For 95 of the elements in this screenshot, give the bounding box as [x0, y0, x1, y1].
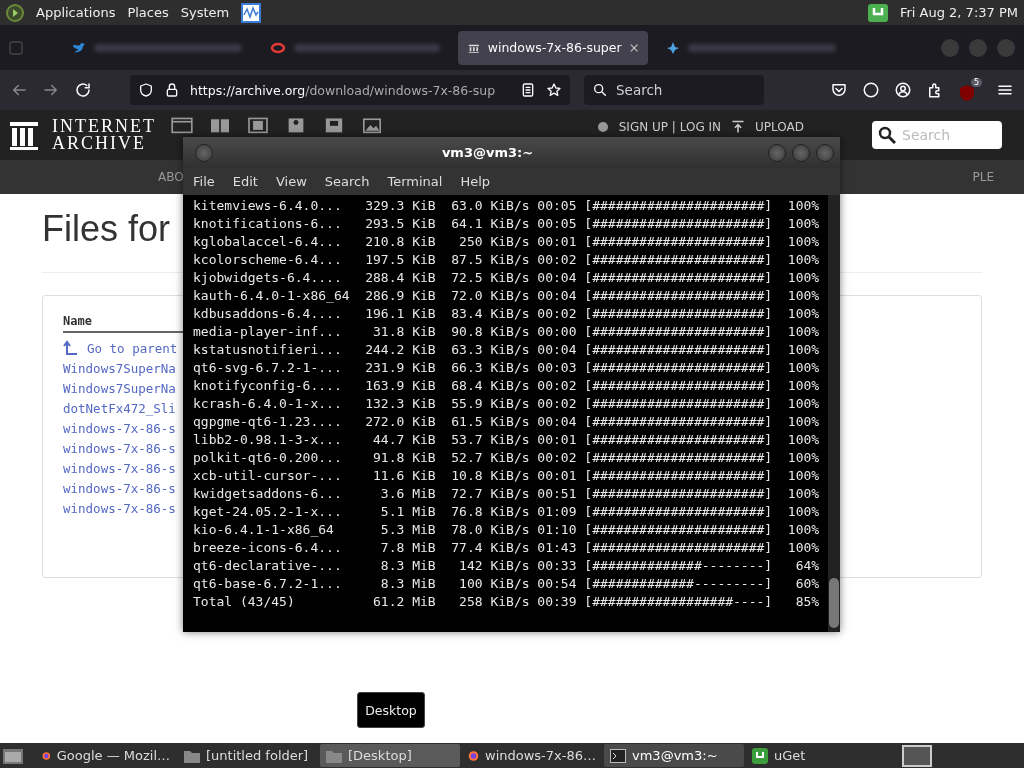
taskbar-item[interactable]: [Desktop] — [320, 744, 460, 767]
taskbar-item[interactable]: vm3@vm3:~ — [604, 744, 744, 767]
download-app-icon — [752, 747, 768, 764]
system-monitor-icon[interactable] — [241, 2, 262, 23]
distro-logo-icon[interactable] — [6, 3, 24, 22]
nav-link[interactable]: ABO — [158, 170, 184, 184]
reload-icon[interactable] — [74, 81, 92, 99]
menu-item[interactable]: Help — [460, 174, 491, 189]
bird-icon — [72, 40, 86, 55]
file-link[interactable]: windows-7x-86-s — [63, 500, 176, 516]
pocket-icon[interactable] — [830, 81, 848, 99]
shield-extension-button[interactable]: 5 — [958, 78, 982, 102]
terminal-line: qgpgme-qt6-1.23.... 272.0 KiB 61.5 KiB/s 00:04 [######################] 100% — [193, 413, 821, 431]
terminal-line: breeze-icons-6.4... 7.8 MiB 77.4 KiB/s 01:43 [######################] 100% — [193, 539, 821, 557]
page-heading: Files for — [42, 208, 171, 250]
terminal-line: qt6-svg-6.7.2-1-... 231.9 KiB 66.3 KiB/s 00:03 [######################] 100% — [193, 359, 821, 377]
terminal-line: kget-24.05.2-1-x... 5.1 MiB 76.8 KiB/s 01:09 [######################] 100% — [193, 503, 821, 521]
search-field[interactable]: Search — [584, 75, 764, 105]
terminal-line: kio-6.4.1-1-x86_64 5.3 MiB 78.0 KiB/s 01:10 [######################] 100% — [193, 521, 821, 539]
terminal-line: kwidgetsaddons-6... 3.6 MiB 72.7 KiB/s 00:51 [######################] 100% — [193, 485, 821, 503]
file-link[interactable]: windows-7x-86-s — [63, 480, 176, 496]
terminal-line: xcb-util-cursor-... 11.6 KiB 10.8 KiB/s 00:01 [######################] 100% — [193, 467, 821, 485]
scrollbar[interactable] — [828, 195, 840, 632]
shield-icon[interactable] — [138, 82, 154, 98]
terminal-line: knotifications-6... 293.5 KiB 64.1 KiB/s 00:05 [######################] 100% — [193, 215, 821, 233]
upload-link[interactable]: UPLOAD — [755, 121, 804, 133]
up-arrow-icon — [63, 340, 79, 356]
parent-link[interactable]: Go to parent — [87, 340, 178, 356]
download-app-icon[interactable] — [867, 3, 888, 22]
shield-extension-icon — [958, 84, 976, 102]
account-link[interactable]: SIGN UP | LOG IN — [618, 121, 722, 133]
menu-item[interactable]: Edit — [232, 174, 258, 189]
window-title: vm3@vm3:~ — [440, 145, 535, 160]
folder-icon — [184, 748, 200, 763]
menu-item[interactable]: File — [193, 174, 215, 189]
reader-view-icon[interactable] — [520, 82, 536, 98]
taskbar-item[interactable]: uGet — [746, 744, 886, 767]
terminal-line: kcolorscheme-6.4... 197.5 KiB 87.5 KiB/s 00:02 [######################] 100% — [193, 251, 821, 269]
file-link[interactable]: windows-7x-86-s — [63, 460, 176, 476]
site-logo[interactable]: INTERNET ARCHIVE — [52, 118, 156, 152]
terminal-line: kdbusaddons-6.4.... 196.1 KiB 83.4 KiB/s 00:02 [######################] 100% — [193, 305, 821, 323]
file-link[interactable]: dotNetFx472_Sli — [63, 400, 176, 416]
account-icon[interactable] — [894, 81, 912, 99]
ring-icon — [270, 41, 286, 54]
folder-icon — [326, 748, 342, 763]
terminal-line: kcrash-6.4.0-1-x... 132.3 KiB 55.9 KiB/s 00:02 [######################] 100% — [193, 395, 821, 413]
extension-badge: 5 — [970, 78, 982, 87]
address-field[interactable]: https://archive.org/download/windows-7x-86-sup — [130, 75, 570, 105]
terminal-line: qt6-base-6.7.2-1... 8.3 MiB 100 KiB/s 00:54 [#############---------] 60% — [193, 575, 821, 593]
upload-icon[interactable] — [731, 120, 746, 134]
panel-menu[interactable]: Applications — [36, 5, 116, 20]
terminal-line: kitemviews-6.4.0... 329.3 KiB 63.0 KiB/s 00:05 [######################] 100% — [193, 197, 821, 215]
terminal-line: qt6-declarative-... 8.3 MiB 142 KiB/s 00:33 [##############--------] 64% — [193, 557, 821, 575]
search-icon — [878, 126, 896, 144]
close-icon[interactable] — [629, 42, 638, 53]
panel-menu[interactable]: System — [180, 5, 230, 20]
browser-tab[interactable]: windows-7x-86-super — [458, 30, 648, 65]
star-icon — [666, 40, 680, 55]
terminal-line: Total (43/45) 61.2 MiB 258 KiB/s 00:39 [##################----] 85% — [193, 593, 821, 611]
circle-icon[interactable] — [862, 81, 880, 99]
panel-menu[interactable]: Places — [127, 5, 169, 20]
terminal-line: kstatusnotifieri... 244.2 KiB 63.3 KiB/s 00:04 [######################] 100% — [193, 341, 821, 359]
file-link[interactable]: Windows7SuperNa — [63, 380, 176, 396]
terminal-line: kglobalaccel-6.4... 210.8 KiB 250 KiB/s 00:01 [######################] 100% — [193, 233, 821, 251]
taskbar-item[interactable]: [untitled folder] — [178, 744, 318, 767]
nav-link[interactable]: PLE — [972, 170, 994, 184]
file-link[interactable]: Windows7SuperNa — [63, 360, 176, 376]
clock[interactable]: Fri Aug 2, 7:37 PM — [899, 5, 1018, 20]
minimize-button[interactable] — [768, 143, 786, 162]
workspace-switcher[interactable] — [902, 744, 932, 767]
terminal-line: knotifyconfig-6.... 163.9 KiB 68.4 KiB/s 00:02 [######################] 100% — [193, 377, 821, 395]
terminal-line: kauth-6.4.0-1-x86_64 286.9 KiB 72.0 KiB/s 00:04 [######################] 100% — [193, 287, 821, 305]
search-icon[interactable] — [592, 82, 608, 98]
archive-logo-icon[interactable] — [10, 120, 38, 150]
book-icon[interactable] — [208, 116, 232, 134]
web-icon[interactable] — [170, 116, 194, 134]
terminal-line: libb2-0.98.1-3-x... 44.7 KiB 53.7 KiB/s 00:01 [######################] 100% — [193, 431, 821, 449]
file-link[interactable]: windows-7x-86-s — [63, 420, 176, 436]
image-icon[interactable] — [360, 116, 384, 134]
menu-item[interactable]: Search — [324, 174, 370, 189]
tooltip: Desktop — [357, 692, 425, 728]
taskbar-item[interactable]: Google — Mozil… — [36, 744, 176, 767]
taskbar-item[interactable]: windows-7x-86… — [462, 744, 602, 767]
menu-item[interactable]: View — [275, 174, 307, 189]
lock-icon[interactable] — [164, 82, 180, 98]
menu-item[interactable]: Terminal — [387, 174, 443, 189]
terminal-line: media-player-inf... 31.8 KiB 90.8 KiB/s 00:00 [######################] 100% — [193, 323, 821, 341]
bookmark-star-icon[interactable] — [546, 82, 562, 98]
window-menu-button[interactable] — [195, 143, 213, 162]
maximize-button[interactable] — [792, 143, 810, 162]
close-button[interactable] — [816, 143, 834, 162]
terminal-line: kjobwidgets-6.4.... 288.4 KiB 72.5 KiB/s 00:04 [######################] 100% — [193, 269, 821, 287]
terminal-line: polkit-qt6-0.200... 91.8 KiB 52.7 KiB/s 00:02 [######################] 100% — [193, 449, 821, 467]
terminal-icon — [610, 748, 626, 763]
file-link[interactable]: windows-7x-86-s — [63, 440, 176, 456]
